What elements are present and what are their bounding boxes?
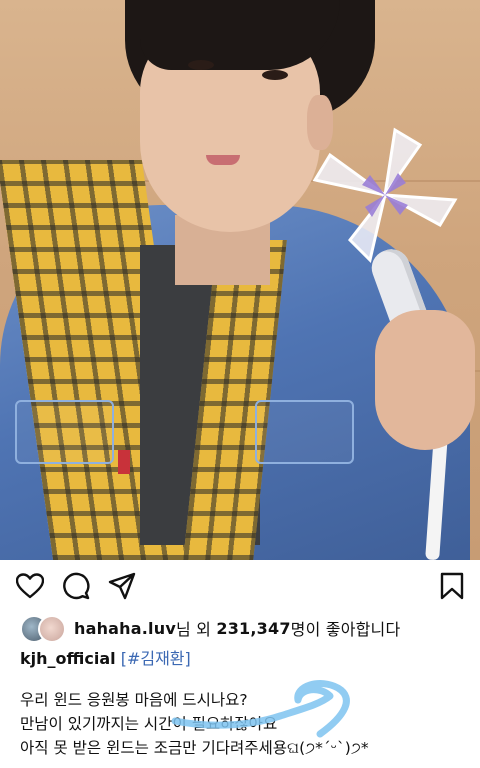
caption-line: 만남이 있기까지는 시간이 필요하잖아요 — [20, 715, 278, 733]
eye — [262, 70, 288, 80]
jacket-pocket — [255, 400, 354, 464]
likes-text: 님 외 — [175, 620, 217, 639]
likes-text: 명이 좋아합니다 — [290, 620, 401, 639]
post-photo[interactable] — [0, 0, 480, 560]
hand — [375, 310, 475, 450]
caption-text: 우리 윈드 응원봉 마음에 드시나요? 만남이 있기까지는 시간이 필요하잖아요… — [20, 688, 369, 760]
jacket-pocket — [15, 400, 114, 464]
liker-username[interactable]: hahaha.luv — [74, 619, 176, 638]
likes-row: hahaha.luv 님 외 231,347 명이 좋아합니다 — [20, 614, 401, 643]
liker-avatars — [20, 615, 66, 643]
author-username[interactable]: kjh_official — [20, 649, 116, 668]
likes-count[interactable]: 231,347 — [216, 619, 290, 638]
lightstick-head — [312, 127, 458, 263]
hashtag-link[interactable]: [#김재환] — [121, 649, 191, 668]
caption-line: 우리 윈드 응원봉 마음에 드시나요? — [20, 691, 248, 709]
share-icon[interactable] — [106, 570, 138, 602]
jacket-tag — [118, 450, 130, 474]
eye — [188, 60, 214, 70]
mouth — [206, 155, 240, 165]
avatar[interactable] — [38, 615, 66, 643]
post-action-bar — [0, 560, 480, 610]
caption-header: kjh_official [#김재환] — [20, 645, 191, 669]
heart-icon[interactable] — [14, 570, 46, 602]
comment-icon[interactable] — [60, 570, 92, 602]
caption-line: 아직 못 받은 윈드는 조금만 기다려주세용ଘ(੭*ˊᵕˋ)੭* — [20, 739, 369, 757]
bookmark-icon[interactable] — [436, 570, 468, 602]
